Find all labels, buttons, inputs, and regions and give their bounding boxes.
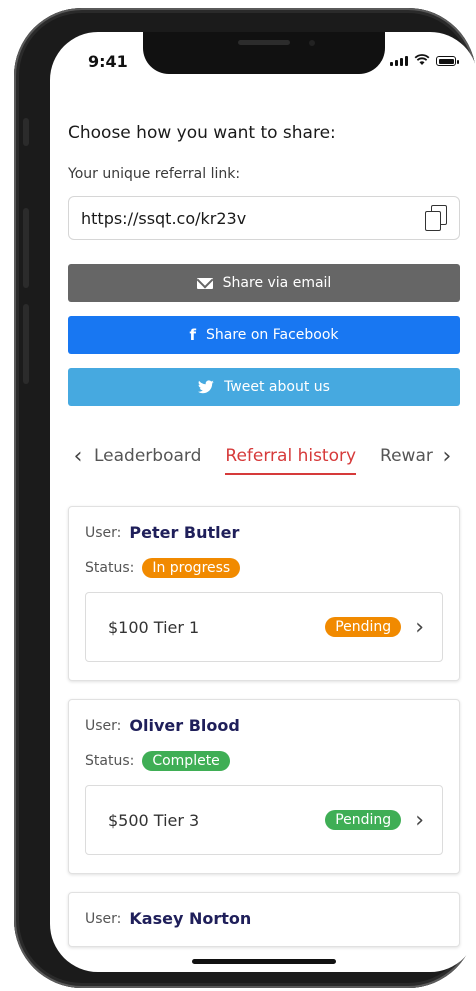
main-content: Choose how you want to share: Your uniqu…: [68, 120, 460, 965]
share-email-label: Share via email: [222, 275, 332, 291]
phone-frame: 9:41 Choose how you want to share: Your …: [14, 8, 476, 988]
referral-card: User: Peter Butler Status: In progress $…: [68, 506, 460, 681]
home-indicator: [192, 959, 336, 964]
tweet-label: Tweet about us: [224, 379, 330, 395]
chevron-right-icon[interactable]: ›: [415, 615, 424, 640]
share-heading: Choose how you want to share:: [68, 123, 336, 143]
status-row: Status: Complete: [85, 751, 443, 771]
share-facebook-button[interactable]: f Share on Facebook: [68, 316, 460, 354]
user-label: User:: [85, 717, 122, 734]
silent-switch: [23, 118, 29, 146]
status-icons: [390, 54, 459, 66]
user-row: User: Oliver Blood: [85, 716, 443, 735]
reward-item[interactable]: $500 Tier 3 Pending ›: [85, 785, 443, 855]
referral-card: User: Kasey Norton: [68, 892, 460, 947]
share-email-button[interactable]: Share via email: [68, 264, 460, 302]
user-name: Kasey Norton: [129, 909, 252, 928]
referral-link-label: Your unique referral link:: [68, 166, 241, 182]
referral-list: User: Peter Butler Status: In progress $…: [68, 506, 460, 947]
status-label: Status:: [85, 753, 135, 769]
reward-status-badge: Pending: [325, 617, 402, 637]
user-name: Peter Butler: [129, 523, 240, 542]
chevron-right-icon[interactable]: ›: [415, 808, 424, 833]
copy-icon[interactable]: [423, 205, 447, 231]
chevron-right-icon[interactable]: ›: [437, 444, 457, 469]
user-label: User:: [85, 910, 122, 927]
camera: [309, 40, 315, 46]
tab-leaderboard[interactable]: Leaderboard: [94, 446, 201, 466]
reward-status-badge: Pending: [325, 810, 402, 830]
tab-referral-history[interactable]: Referral history: [225, 446, 356, 475]
battery-icon: [436, 56, 459, 66]
screen: 9:41 Choose how you want to share: Your …: [50, 32, 476, 972]
referral-card: User: Oliver Blood Status: Complete $500…: [68, 699, 460, 874]
signal-icon: [390, 56, 408, 66]
user-name: Oliver Blood: [129, 716, 240, 735]
volume-up-button: [23, 208, 29, 288]
status-badge: Complete: [142, 751, 230, 771]
volume-down-button: [23, 304, 29, 384]
notch: [143, 32, 385, 74]
status-row: Status: In progress: [85, 558, 443, 578]
mail-icon: [196, 277, 213, 289]
reward-label: $500 Tier 3: [108, 810, 200, 830]
status-badge: In progress: [142, 558, 241, 578]
user-row: User: Kasey Norton: [85, 909, 443, 928]
reward-label: $100 Tier 1: [108, 617, 200, 637]
status-time: 9:41: [88, 52, 128, 71]
chevron-left-icon[interactable]: ‹: [68, 444, 88, 469]
reward-item[interactable]: $100 Tier 1 Pending ›: [85, 592, 443, 662]
user-row: User: Peter Butler: [85, 523, 443, 542]
tab-rewards[interactable]: Rewar: [380, 446, 433, 466]
tab-bar: ‹ Leaderboard Referral history Rewar ›: [68, 436, 460, 476]
status-label: Status:: [85, 560, 135, 576]
facebook-icon: f: [189, 326, 196, 344]
twitter-icon: [198, 380, 214, 394]
referral-link-value[interactable]: https://ssqt.co/kr23v: [81, 209, 246, 228]
wifi-icon: [414, 54, 430, 65]
user-label: User:: [85, 524, 122, 541]
speaker: [238, 40, 290, 45]
tweet-button[interactable]: Tweet about us: [68, 368, 460, 406]
share-facebook-label: Share on Facebook: [206, 327, 339, 343]
referral-link-field[interactable]: https://ssqt.co/kr23v: [68, 196, 460, 240]
